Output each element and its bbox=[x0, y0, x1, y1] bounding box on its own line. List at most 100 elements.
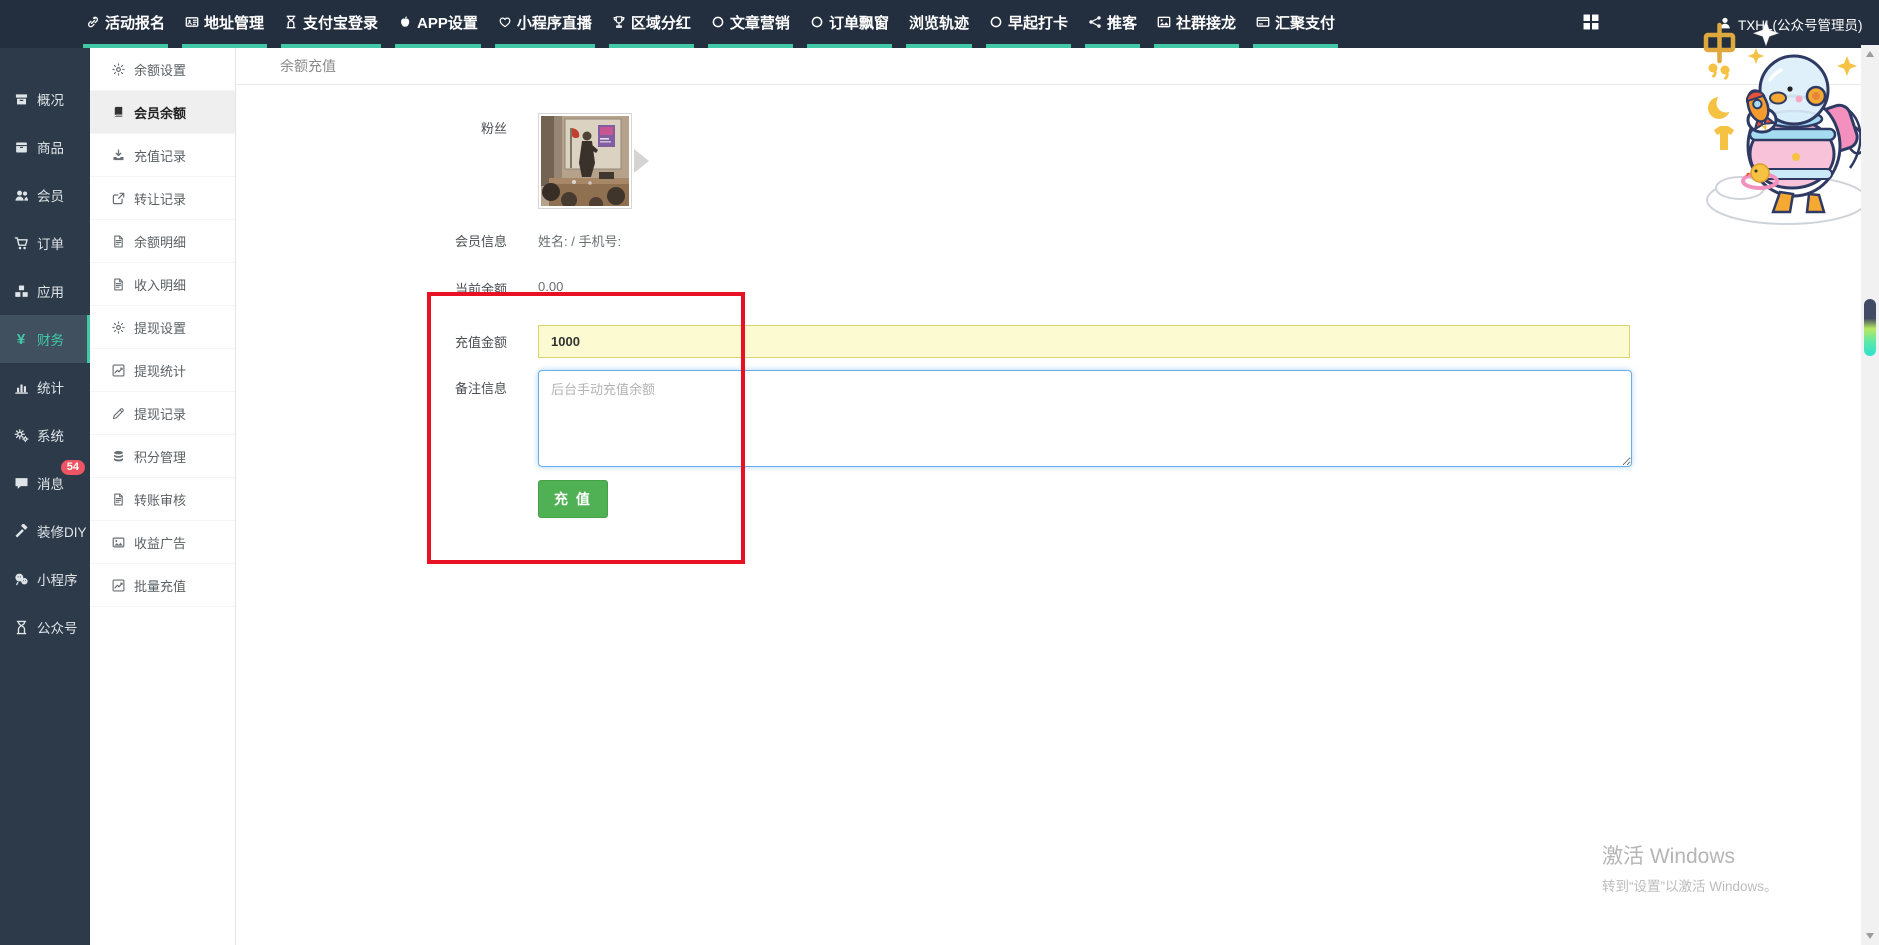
sidebar-item-5[interactable]: ¥ 财务 bbox=[0, 315, 90, 363]
topnav-item-label: 汇聚支付 bbox=[1275, 12, 1335, 33]
image-icon bbox=[1157, 15, 1171, 29]
scrollbar-up-arrow[interactable] bbox=[1861, 47, 1879, 61]
form-row-member-info: 会员信息 姓名: / 手机号: bbox=[237, 231, 1861, 250]
submenu-item-7[interactable]: 提现统计 bbox=[90, 349, 235, 392]
topnav-item-4[interactable]: 小程序直播 bbox=[495, 0, 595, 48]
submenu-item-12[interactable]: 批量充值 bbox=[90, 564, 235, 607]
form-row-fan: 粉丝 bbox=[237, 113, 1861, 209]
chart-line-icon bbox=[111, 364, 125, 377]
submenu-item-2[interactable]: 充值记录 bbox=[90, 134, 235, 177]
sidebar-item-1[interactable]: 商品 bbox=[0, 123, 90, 171]
sidebar-item-8[interactable]: 消息54 bbox=[0, 459, 90, 507]
sidebar-item-9[interactable]: 装修DIY bbox=[0, 507, 90, 555]
submenu-item-label: 批量充值 bbox=[134, 576, 186, 595]
user-icon bbox=[1718, 16, 1732, 33]
scrollbar[interactable] bbox=[1861, 45, 1879, 945]
submenu-item-10[interactable]: 转账审核 bbox=[90, 478, 235, 521]
address-card-icon bbox=[185, 15, 199, 29]
sidebar-item-label: 会员 bbox=[37, 185, 64, 205]
topnav-item-7[interactable]: 订单飘窗 bbox=[807, 0, 892, 48]
submenu-item-label: 余额设置 bbox=[134, 60, 186, 79]
sidebar-item-label: 订单 bbox=[37, 233, 64, 253]
topnav-item-3[interactable]: APP设置 bbox=[395, 0, 481, 48]
topnav-item-label: 社群接龙 bbox=[1176, 12, 1236, 33]
archive-icon bbox=[13, 92, 29, 107]
sidebar-item-3[interactable]: 订单 bbox=[0, 219, 90, 267]
submenu-item-4[interactable]: 余额明细 bbox=[90, 220, 235, 263]
submenu-item-label: 充值记录 bbox=[134, 146, 186, 165]
sidebar: 概况商品会员订单应用 ¥ 财务统计系统消息54装修DIY 小程序公众号 bbox=[0, 48, 90, 945]
recharge-form: 粉丝 bbox=[237, 113, 1861, 518]
topnav-item-label: 小程序直播 bbox=[517, 12, 592, 33]
recharge-amount-input[interactable] bbox=[538, 325, 1630, 358]
apple-icon bbox=[398, 15, 412, 29]
sidebar-item-4[interactable]: 应用 bbox=[0, 267, 90, 315]
topnav-item-0[interactable]: 活动报名 bbox=[83, 0, 168, 48]
sidebar-item-label: 财务 bbox=[37, 329, 64, 349]
topnav-item-6[interactable]: 文章营销 bbox=[708, 0, 793, 48]
submenu-item-11[interactable]: 收益广告 bbox=[90, 521, 235, 564]
recharge-submit-button[interactable]: 充 值 bbox=[538, 480, 608, 518]
topnav-item-label: 推客 bbox=[1107, 12, 1137, 33]
sidebar-item-label: 小程序 bbox=[37, 569, 78, 589]
sidebar-item-7[interactable]: 系统 bbox=[0, 411, 90, 459]
heart-icon bbox=[498, 15, 512, 29]
scrollbar-down-arrow[interactable] bbox=[1861, 929, 1879, 943]
submenu-item-label: 提现统计 bbox=[134, 361, 186, 380]
submenu-item-8[interactable]: 提现记录 bbox=[90, 392, 235, 435]
submenu-item-label: 提现设置 bbox=[134, 318, 186, 337]
submenu-item-9[interactable]: 积分管理 bbox=[90, 435, 235, 478]
chart-line-icon bbox=[111, 579, 125, 592]
cubes-icon bbox=[13, 284, 29, 299]
top-nav: 活动报名 地址管理 支付宝登录 APP设置 小程序直播区域分红文章营销订单飘窗浏览轨迹 早… bbox=[76, 0, 1345, 48]
gear-icon bbox=[111, 63, 125, 76]
topnav-item-label: APP设置 bbox=[417, 12, 478, 33]
grid-menu-button[interactable] bbox=[1582, 13, 1600, 36]
submenu-item-1[interactable]: 会员余额 bbox=[90, 91, 235, 134]
sidebar-item-2[interactable]: 会员 bbox=[0, 171, 90, 219]
breadcrumb: 余额充值 bbox=[237, 48, 1861, 85]
topnav-item-5[interactable]: 区域分红 bbox=[609, 0, 694, 48]
hourglass-icon bbox=[13, 620, 29, 635]
submenu-item-3[interactable]: 转让记录 bbox=[90, 177, 235, 220]
topnav-item-label: 地址管理 bbox=[204, 12, 264, 33]
submenu-item-label: 余额明细 bbox=[134, 232, 186, 251]
submenu-item-5[interactable]: 收入明细 bbox=[90, 263, 235, 306]
submenu-item-6[interactable]: 提现设置 bbox=[90, 306, 235, 349]
user-menu[interactable]: TXHL(公众号管理员) bbox=[1718, 0, 1863, 48]
bar-chart-icon bbox=[13, 380, 29, 395]
sidebar-item-0[interactable]: 概况 bbox=[0, 75, 90, 123]
circle-icon bbox=[711, 15, 725, 29]
topnav-item-8[interactable]: 浏览轨迹 bbox=[906, 0, 972, 48]
topnav-item-1[interactable]: 地址管理 bbox=[182, 0, 267, 48]
topnav-item-9[interactable]: 早起打卡 bbox=[986, 0, 1071, 48]
sidebar-item-6[interactable]: 统计 bbox=[0, 363, 90, 411]
yen-icon: ¥ bbox=[13, 332, 29, 347]
logo-slot bbox=[0, 0, 88, 48]
topnav-item-12[interactable]: 汇聚支付 bbox=[1253, 0, 1338, 48]
sidebar-item-label: 系统 bbox=[37, 425, 64, 445]
link-icon bbox=[86, 15, 100, 29]
scrollbar-thumb[interactable] bbox=[1864, 299, 1876, 356]
sidebar-item-label: 消息 bbox=[37, 473, 64, 493]
circle-icon bbox=[810, 15, 824, 29]
remark-textarea[interactable] bbox=[538, 370, 1632, 467]
share-icon bbox=[1088, 15, 1102, 29]
submenu-item-label: 收入明细 bbox=[134, 275, 186, 294]
fan-avatar-image[interactable] bbox=[538, 113, 632, 209]
topnav-item-label: 早起打卡 bbox=[1008, 12, 1068, 33]
form-row-submit: 充 值 bbox=[237, 480, 1861, 518]
topnav-item-10[interactable]: 推客 bbox=[1085, 0, 1140, 48]
current-balance-label: 当前余额 bbox=[237, 279, 507, 298]
main-content: 余额充值 粉丝 bbox=[237, 48, 1861, 945]
member-info-label: 会员信息 bbox=[237, 231, 507, 250]
sidebar-item-10[interactable]: 小程序 bbox=[0, 555, 90, 603]
fan-label: 粉丝 bbox=[237, 113, 507, 137]
topnav-item-label: 支付宝登录 bbox=[303, 12, 378, 33]
submenu-item-0[interactable]: 余额设置 bbox=[90, 48, 235, 91]
credit-card-icon bbox=[1256, 15, 1270, 29]
sidebar-item-11[interactable]: 公众号 bbox=[0, 603, 90, 651]
topnav-item-2[interactable]: 支付宝登录 bbox=[281, 0, 381, 48]
sidebar-item-label: 公众号 bbox=[37, 617, 78, 637]
topnav-item-11[interactable]: 社群接龙 bbox=[1154, 0, 1239, 48]
